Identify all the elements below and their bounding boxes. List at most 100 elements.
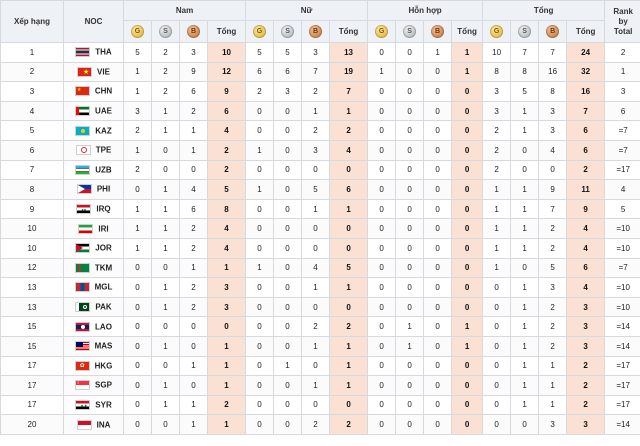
women-silver-cell: 0 <box>273 120 303 141</box>
mixed-total-cell: 0 <box>451 100 484 122</box>
noc-code[interactable]: TKM <box>95 263 112 272</box>
bronze-medal-icon: B <box>431 25 445 38</box>
noc-code[interactable]: IRQ <box>96 205 110 214</box>
noc-code[interactable]: UZB <box>95 165 111 174</box>
women-gold-cell: 0 <box>245 198 275 220</box>
noc-code[interactable]: SYR <box>95 400 111 409</box>
men-gold-cell: 3 <box>123 100 152 122</box>
total-gold-cell: 3 <box>482 100 512 122</box>
noc-cell[interactable]: INA <box>63 414 124 435</box>
mixed-total-cell: 0 <box>451 237 484 259</box>
table-row: 8 PHI 0 1 4 5 1 0 5 6 0 0 0 0 1 1 9 11 4 <box>0 179 640 200</box>
noc-cell[interactable]: JOR <box>63 237 124 259</box>
noc-code[interactable]: THA <box>95 48 111 57</box>
mixed-silver-cell: 0 <box>395 375 425 396</box>
women-silver-cell: 6 <box>273 61 303 83</box>
rank-by-total-cell: =7 <box>604 139 640 161</box>
noc-cell[interactable]: ★ CHN <box>63 81 124 102</box>
men-gold-cell: 1 <box>123 81 152 102</box>
men-total-cell: 2 <box>206 394 247 416</box>
noc-cell[interactable]: UAE <box>63 100 124 122</box>
women-bronze-cell: 7 <box>301 61 331 83</box>
noc-cell[interactable]: PAK <box>63 296 124 318</box>
rank-by-total-cell: 5 <box>604 198 640 220</box>
total-total-cell: 7 <box>566 100 606 122</box>
subtotal-header: Tổng <box>206 20 247 43</box>
total-total-cell: 2 <box>566 355 606 377</box>
noc-code[interactable]: MGL <box>95 283 113 292</box>
women-silver-cell: 0 <box>273 159 303 181</box>
mixed-bronze-cell: 0 <box>423 316 453 337</box>
noc-cell[interactable]: MAS <box>63 335 124 357</box>
medal-table-body: 1 THA 5 2 3 10 5 5 3 13 0 0 1 1 10 7 7 24 2 2 ★ VIE 1 2 9 12 6 6 7 19… <box>0 42 640 435</box>
men-bronze-cell: 1 <box>179 120 208 141</box>
bronze-medal-header: B <box>179 20 208 43</box>
rank-cell: 6 <box>0 139 64 161</box>
noc-code[interactable]: LAO <box>95 322 112 331</box>
noc-code[interactable]: PAK <box>95 303 111 312</box>
women-gold-cell: 0 <box>245 414 275 435</box>
noc-cell[interactable]: KAZ <box>63 120 124 141</box>
noc-code[interactable]: MAS <box>95 342 113 351</box>
noc-code[interactable]: UAE <box>95 107 112 116</box>
noc-code[interactable]: KAZ <box>95 126 111 135</box>
noc-cell[interactable]: THA <box>63 42 124 63</box>
noc-cell[interactable]: IRI <box>63 218 124 239</box>
mixed-silver-cell: 0 <box>395 61 425 83</box>
total-gold-cell: 1 <box>482 179 512 200</box>
noc-cell[interactable]: ☾ SGP <box>63 375 124 396</box>
noc-code[interactable]: CHN <box>95 87 112 96</box>
rank-cell: 3 <box>0 81 64 102</box>
noc-cell[interactable]: ★★ SYR <box>63 394 124 416</box>
total-silver-cell: 1 <box>510 179 540 200</box>
total-bronze-cell: 2 <box>538 316 568 337</box>
mixed-total-cell: 0 <box>451 179 484 200</box>
women-bronze-cell: 2 <box>301 120 331 141</box>
women-total-cell: 5 <box>329 257 369 279</box>
noc-code[interactable]: SGP <box>95 381 112 390</box>
men-gold-cell: 1 <box>123 61 152 83</box>
women-gold-cell: 6 <box>245 61 275 83</box>
table-row: 10 IRI 1 1 2 4 0 0 0 0 0 0 0 0 1 1 2 4 =10 <box>0 218 640 239</box>
noc-cell[interactable]: TPE <box>63 139 124 161</box>
noc-code[interactable]: HKG <box>95 361 113 370</box>
mixed-bronze-cell: 0 <box>423 198 453 220</box>
total-total-cell: 24 <box>566 42 606 63</box>
total-total-cell: 4 <box>566 237 606 259</box>
men-gold-cell: 1 <box>123 198 152 220</box>
noc-code[interactable]: JOR <box>95 244 111 253</box>
mixed-bronze-cell: 0 <box>423 296 453 318</box>
men-bronze-cell: 0 <box>179 159 208 181</box>
noc-code[interactable]: IRI <box>98 224 108 233</box>
women-total-cell: 2 <box>329 316 369 337</box>
china-flag-icon: ★ <box>74 86 90 97</box>
rank-by-total-cell: =17 <box>604 355 640 377</box>
mixed-silver-cell: 0 <box>395 237 425 259</box>
noc-cell[interactable]: UZB <box>63 159 124 181</box>
mixed-bronze-cell: 0 <box>423 81 453 102</box>
mixed-bronze-cell: 0 <box>423 335 453 357</box>
men-total-cell: 9 <box>206 81 247 102</box>
silver-medal-icon: S <box>159 25 172 38</box>
women-silver-cell: 0 <box>273 414 303 435</box>
mixed-total-cell: 1 <box>451 335 484 357</box>
noc-cell[interactable]: ●● IRQ <box>63 198 124 220</box>
noc-cell[interactable]: LAO <box>63 316 124 337</box>
women-bronze-cell: 1 <box>301 375 331 396</box>
noc-cell[interactable]: TKM <box>63 257 124 279</box>
noc-cell[interactable]: ★ VIE <box>63 61 124 83</box>
noc-code[interactable]: INA <box>97 420 111 429</box>
noc-code[interactable]: PHI <box>97 185 110 194</box>
men-silver-cell: 1 <box>151 120 180 141</box>
total-bronze-cell: 3 <box>538 414 568 435</box>
noc-cell[interactable]: ✿ HKG <box>63 355 124 377</box>
rank-by-total-line2: by <box>618 16 628 26</box>
men-total-cell: 1 <box>206 257 247 279</box>
total-silver-cell: 7 <box>510 42 540 63</box>
noc-code[interactable]: VIE <box>97 67 110 76</box>
women-bronze-cell: 2 <box>301 316 331 337</box>
noc-cell[interactable]: PHI <box>63 179 124 200</box>
noc-code[interactable]: TPE <box>96 146 112 155</box>
noc-cell[interactable]: MGL <box>63 277 124 298</box>
rank-cell: 8 <box>0 179 64 200</box>
